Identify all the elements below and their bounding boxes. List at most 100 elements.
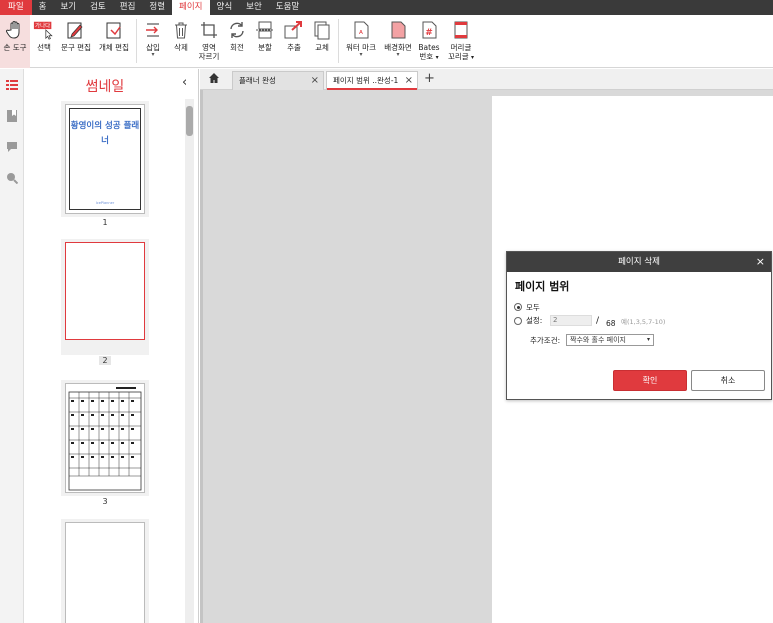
radio-all[interactable]	[514, 303, 522, 311]
hand-tool-label: 손 도구	[3, 43, 27, 52]
thumbnail-page-3[interactable]	[65, 383, 145, 493]
crop-icon	[198, 19, 220, 41]
background-dropdown-icon: ▾	[396, 51, 400, 58]
watermark-icon: ᴀ	[350, 19, 372, 41]
menu-file[interactable]: 파일	[0, 0, 32, 15]
radio-custom[interactable]	[514, 317, 522, 325]
thumbnail-page-number: 1	[102, 218, 108, 227]
select-label: 선택	[37, 43, 51, 52]
total-pages: 68	[606, 319, 616, 328]
split-label: 분할	[258, 43, 272, 52]
menu-form[interactable]: 양식	[210, 0, 240, 15]
trash-icon	[170, 19, 192, 41]
left-toolbar	[0, 69, 24, 623]
insert-icon	[142, 19, 164, 41]
split-button[interactable]: 분할	[252, 15, 278, 68]
menu-page[interactable]: 페이지	[172, 0, 210, 15]
dialog-header: 페이지 삭제 ×	[507, 252, 771, 272]
header-footer-button[interactable]: 머리글 꼬리글 ▾	[445, 15, 477, 68]
background-button[interactable]: 배경화면 ▾	[381, 15, 415, 68]
close-icon[interactable]: ×	[756, 252, 765, 272]
page-1-footer: IcePlanner	[95, 201, 115, 205]
replace-label: 교체	[315, 43, 329, 52]
condition-select[interactable]: 짝수와 홀수 페이지 ▾	[566, 334, 654, 346]
text-edit-button[interactable]: 문구 편집	[58, 15, 94, 68]
crop-button[interactable]: 영역 자르기	[196, 15, 222, 68]
watermark-button[interactable]: ᴀ 워터 마크 ▾	[342, 15, 380, 68]
select-button[interactable]: 가나다 선택	[31, 15, 57, 68]
insert-button[interactable]: 삽입 ▾	[140, 15, 166, 68]
tab-planner[interactable]: 플래너 완성 ×	[232, 71, 324, 90]
close-tab-icon[interactable]: ×	[311, 72, 319, 90]
collapse-panel-icon[interactable]: ‹	[182, 75, 187, 90]
menu-review[interactable]: 검토	[83, 0, 113, 15]
object-edit-button[interactable]: 개체 편집	[95, 15, 133, 68]
menu-help[interactable]: 도움말	[269, 0, 306, 15]
hand-icon	[4, 19, 26, 41]
document-tab-bar: 플래너 완성 × 페이지 범위 ..완성-1 × +	[200, 69, 773, 90]
cancel-button[interactable]: 취소	[691, 370, 765, 391]
thumbnail-page-number: 3	[102, 497, 108, 506]
watermark-dropdown-icon: ▾	[359, 51, 363, 58]
thumbnail-panel: 썸네일 ‹ 황영이의 성공 플래너 IcePlanner 1 2 3	[25, 69, 199, 623]
thumbnail-panel-title: 썸네일	[85, 79, 125, 95]
thumbnail-page-4[interactable]	[65, 522, 145, 623]
text-edit-label: 문구 편집	[61, 43, 91, 52]
text-edit-icon	[65, 19, 87, 41]
tab-page-range[interactable]: 페이지 범위 ..완성-1 ×	[326, 71, 418, 90]
extract-icon	[283, 19, 305, 41]
menubar: 파일 홈 보기 검토 편집 정렬 페이지 양식 보안 도움말	[0, 0, 773, 15]
thumbnail-page-2[interactable]	[65, 242, 145, 340]
select-icon: 가나다	[33, 19, 55, 41]
radio-custom-label: 설정:	[526, 316, 543, 325]
svg-text:ᴀ: ᴀ	[359, 28, 363, 36]
object-edit-label: 개체 편집	[99, 43, 129, 52]
delete-label: 삭제	[174, 43, 188, 52]
bookmark-icon[interactable]	[6, 110, 18, 122]
rotate-label: 회전	[230, 43, 244, 52]
condition-label: 추가조건:	[530, 336, 561, 345]
delete-button[interactable]: 삭제	[168, 15, 194, 68]
rotate-button[interactable]: 회전	[225, 15, 249, 68]
bates-button[interactable]: # Bates 번호 ▾	[416, 15, 442, 68]
menu-home[interactable]: 홈	[32, 0, 54, 15]
extract-button[interactable]: 추출	[281, 15, 307, 68]
comment-icon[interactable]	[6, 141, 18, 153]
ribbon-separator	[338, 19, 339, 63]
split-icon	[254, 19, 276, 41]
crop-label: 영역 자르기	[198, 43, 220, 61]
select-badge-text: 가나다	[35, 22, 50, 30]
search-icon[interactable]	[6, 172, 19, 185]
replace-button[interactable]: 교체	[309, 15, 335, 68]
menu-edit[interactable]: 편집	[113, 0, 143, 15]
viewport-edge	[200, 90, 203, 623]
ribbon: 손 도구 가나다 선택 문구 편집 개체 편집 삽입 ▾ 삭제 영역 자르기 회…	[0, 15, 773, 68]
page-range-input[interactable]: 2	[550, 315, 592, 326]
page-1-title: 황영이의 성공 플래너	[70, 121, 140, 146]
chevron-down-icon: ▾	[646, 336, 650, 343]
dialog-subtitle: 페이지 범위	[515, 280, 570, 293]
ok-button[interactable]: 확인	[613, 370, 687, 391]
background-icon	[387, 19, 409, 41]
delete-pages-dialog: 페이지 삭제 × 페이지 범위 모두 설정: 2 / 68 예(1,3,5,7-…	[506, 251, 772, 400]
menu-arrange[interactable]: 정렬	[142, 0, 172, 15]
thumbnail-page-1[interactable]: 황영이의 성공 플래너 IcePlanner	[65, 104, 145, 214]
menu-security[interactable]: 보안	[239, 0, 269, 15]
condition-value: 짝수와 홀수 페이지	[570, 336, 626, 344]
bates-number-icon: #	[418, 19, 440, 41]
calendar-grid-graphic	[68, 387, 142, 491]
extract-label: 추출	[287, 43, 301, 52]
scrollbar-thumb[interactable]	[186, 106, 193, 136]
header-footer-label: 머리글 꼬리글 ▾	[447, 43, 475, 61]
thumbnail-scrollbar[interactable]	[185, 99, 194, 623]
replace-icon	[311, 19, 333, 41]
radio-all-label: 모두	[526, 303, 540, 312]
dialog-title: 페이지 삭제	[618, 257, 660, 267]
menu-view[interactable]: 보기	[53, 0, 83, 15]
thumbnail-list-icon[interactable]	[6, 79, 18, 91]
new-tab-icon[interactable]: +	[424, 71, 435, 86]
object-edit-icon	[103, 19, 125, 41]
hand-tool-button[interactable]: 손 도구	[0, 15, 30, 68]
bates-label: Bates 번호 ▾	[418, 43, 440, 61]
home-tab-icon[interactable]	[208, 72, 220, 87]
